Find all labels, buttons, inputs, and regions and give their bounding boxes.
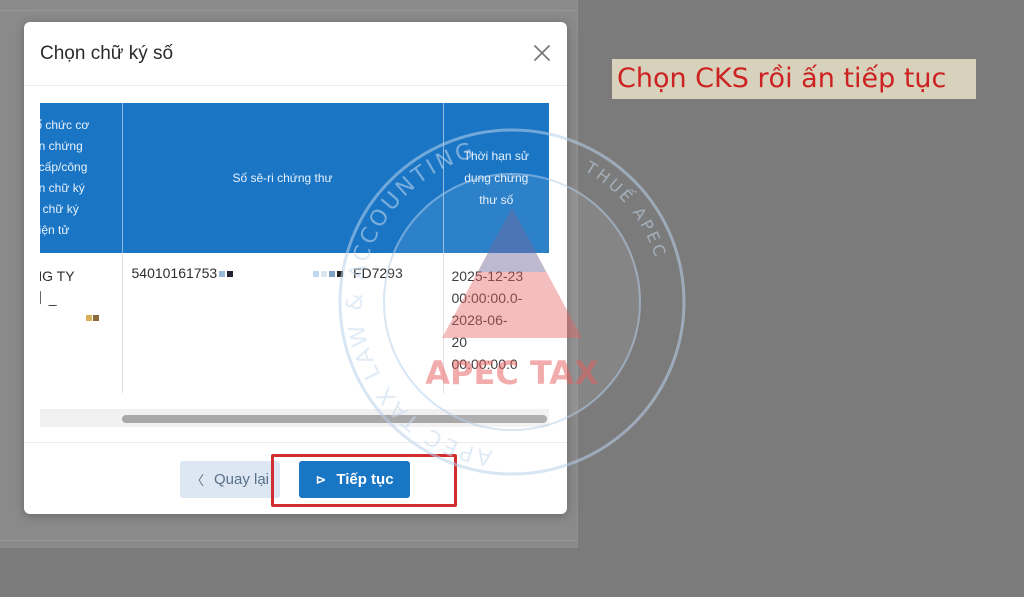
column-header-validity: Thời hạn sử dụng chứng thư số [443, 103, 549, 253]
redacted-mark [337, 271, 344, 278]
scrollbar-thumb[interactable] [122, 415, 547, 423]
cell-organization: NG TYㅐ _ [40, 253, 123, 393]
cell-validity: 2025-12-23 00:00:00.0- 2028-06- 20 00:00:00.… [443, 253, 549, 393]
organization-name: NG TYㅐ _ [40, 268, 75, 306]
table-header-row: tổ chức cơan chứng:/cấp/côngận chữ ký), … [40, 103, 549, 253]
validity-period: 2025-12-23 00:00:00.0- 2028-06- 20 00:00:00.… [451, 268, 524, 372]
horizontal-scrollbar[interactable] [40, 409, 549, 427]
back-button[interactable]: 〈 Quay lại [180, 461, 280, 498]
close-icon [534, 45, 550, 61]
dialog-title: Chọn chữ ký số [40, 43, 174, 64]
redacted-mark [329, 271, 336, 278]
table-row[interactable]: NG TYㅐ _ 54010161753 FD7293 2025-12-2300… [40, 253, 549, 393]
redacted-mark [313, 271, 320, 278]
column-header-serial-label: Số sê-ri chứng thư [232, 170, 333, 185]
bg-divider [0, 540, 578, 541]
highlight-box [271, 454, 457, 507]
serial-number-end: FD7293 [352, 265, 403, 281]
instruction-annotation: Chọn CKS rồi ấn tiếp tục [612, 59, 976, 99]
cell-serial-number: 54010161753 FD7293 [122, 253, 444, 393]
serial-number-start: 54010161753 [131, 265, 218, 281]
column-header-issuer: tổ chức cơan chứng:/cấp/côngận chữ ký), … [40, 103, 123, 253]
certificate-table: tổ chức cơan chứng:/cấp/côngận chữ ký), … [40, 103, 549, 423]
redacted-mark [321, 271, 328, 278]
back-button-label: Quay lại [213, 471, 270, 488]
chevron-left-icon: 〈 [190, 473, 204, 488]
dialog-header: Chọn chữ ký số [24, 22, 567, 86]
watermark-top-text: THUẾ APEC [581, 157, 670, 261]
watermark-top-textpath: THUẾ APEC [581, 157, 667, 261]
redacted-mark [93, 315, 99, 322]
select-signature-dialog: Chọn chữ ký số tổ chức cơan chứng:/cấp/c… [24, 22, 567, 514]
close-button[interactable] [529, 40, 555, 66]
column-header-validity-label: Thời hạn sử dụng chứng thư số [463, 149, 529, 207]
bg-divider [0, 10, 578, 11]
column-header-serial: Số sê-ri chứng thư [122, 103, 444, 253]
redacted-mark [227, 271, 234, 278]
column-header-issuer-label: tổ chức cơan chứng:/cấp/côngận chữ ký), … [40, 118, 90, 237]
redacted-mark [86, 315, 92, 322]
redacted-mark [219, 271, 226, 278]
